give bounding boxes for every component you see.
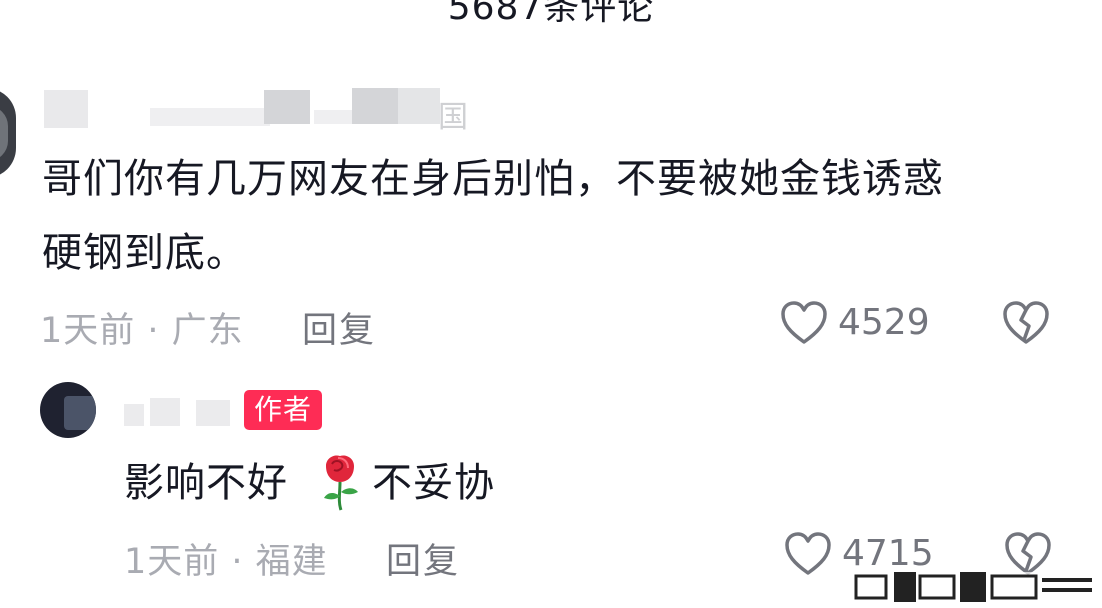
heart-outline-icon[interactable]: [780, 300, 828, 346]
watermark-logo: [850, 572, 1100, 608]
username-blurred[interactable]: [44, 88, 484, 132]
broken-heart-icon[interactable]: [1002, 300, 1050, 346]
username-visible-fragment: 国: [438, 100, 468, 135]
like-count: 4529: [838, 302, 930, 343]
author-badge: 作者: [244, 390, 323, 430]
reply-button[interactable]: 回复: [302, 302, 376, 353]
rose-emoji: [324, 455, 358, 511]
comment-time-location: 1天前 · 广东: [40, 311, 244, 351]
heart-outline-icon[interactable]: [784, 531, 832, 577]
reply-button[interactable]: 回复: [386, 533, 460, 584]
comment-text: 影响不好: [124, 460, 288, 506]
comment-text: 哥们你有几万网友在身后别怕，不要被她金钱诱惑: [42, 156, 944, 202]
comment-text-continued: 不妥协: [372, 460, 495, 506]
avatar[interactable]: [40, 382, 96, 438]
comment-time-location: 1天前 · 福建: [124, 542, 328, 582]
avatar[interactable]: [0, 88, 16, 178]
comment-text-line2: 硬钢到底。: [42, 230, 247, 276]
comment-count-title: 5687条评论: [447, 0, 655, 28]
